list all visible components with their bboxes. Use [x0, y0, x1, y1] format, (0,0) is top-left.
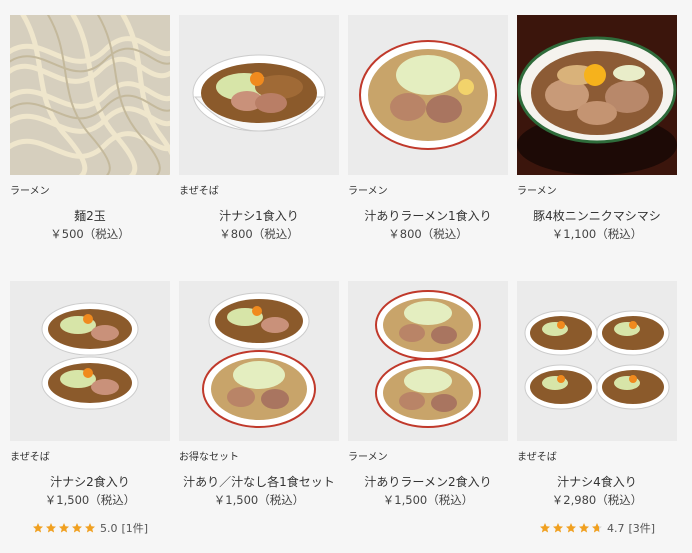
star-icon — [71, 523, 82, 533]
product-card[interactable]: まぜそば 汁ナシ1食入り ￥800（税込） — [179, 15, 339, 242]
product-image-single-mazesoba[interactable] — [179, 15, 339, 175]
product-price: ￥1,500（税込） — [213, 493, 305, 507]
product-category: ラーメン — [517, 186, 557, 197]
star-icon — [84, 523, 95, 533]
star-icon — [539, 523, 550, 533]
product-price: ￥800（税込） — [219, 227, 299, 241]
star-icon — [32, 523, 43, 533]
product-name[interactable]: 汁あり／汁なし各1食セット — [179, 474, 339, 490]
star-icon — [578, 523, 589, 533]
product-card[interactable]: ラーメン 汁ありラーメン1食入り ￥800（税込） — [348, 15, 508, 242]
product-name[interactable]: 汁ありラーメン2食入り — [348, 474, 508, 490]
product-image-four-mazesoba[interactable] — [517, 281, 677, 441]
product-category: ラーメン — [348, 186, 388, 197]
product-price: ￥1,500（税込） — [382, 493, 474, 507]
review-count[interactable]: [1件] — [121, 520, 148, 536]
product-price: ￥800（税込） — [388, 227, 468, 241]
product-grid: ラーメン 麺2玉 ￥500（税込） まぜそば 汁ナシ1食入り ￥800（税込） — [0, 0, 692, 553]
product-rating[interactable]: 5.0 [1件] — [10, 520, 170, 536]
product-card[interactable]: お得なセット 汁あり／汁なし各1食セット ￥1,500（税込） — [179, 281, 339, 508]
product-card[interactable]: ラーメン 汁ありラーメン2食入り ￥1,500（税込） — [348, 281, 508, 508]
product-category: ラーメン — [10, 186, 50, 197]
product-category: お得なセット — [179, 452, 239, 463]
rating-value: 5.0 — [99, 521, 118, 535]
product-image-mixed-set[interactable] — [179, 281, 339, 441]
star-icon — [45, 523, 56, 533]
product-price: ￥1,100（税込） — [551, 227, 643, 241]
review-count[interactable]: [3件] — [628, 520, 655, 536]
star-icon — [565, 523, 576, 533]
product-name[interactable]: 汁ナシ4食入り — [517, 474, 677, 490]
product-image-noodles[interactable] — [10, 15, 170, 175]
product-rating[interactable]: 4.7 [3件] — [517, 520, 677, 536]
product-price: ￥500（税込） — [50, 227, 130, 241]
product-name[interactable]: 豚4枚ニンニクマシマシ — [517, 208, 677, 224]
star-rating-icons — [32, 522, 96, 534]
star-rating-icons — [539, 522, 603, 534]
rating-value: 4.7 — [606, 521, 625, 535]
product-image-two-mazesoba[interactable] — [10, 281, 170, 441]
product-category: まぜそば — [517, 452, 557, 463]
product-category: ラーメン — [348, 452, 388, 463]
product-image-two-ramen[interactable] — [348, 281, 508, 441]
product-category: まぜそば — [10, 452, 50, 463]
product-card[interactable]: ラーメン 豚4枚ニンニクマシマシ ￥1,100（税込） — [517, 15, 677, 242]
star-icon — [591, 523, 602, 533]
star-icon — [552, 523, 563, 533]
product-card[interactable]: まぜそば 汁ナシ4食入り ￥2,980（税込） — [517, 281, 677, 508]
product-image-single-ramen[interactable] — [348, 15, 508, 175]
star-icon — [58, 523, 69, 533]
product-price: ￥2,980（税込） — [551, 493, 643, 507]
product-image-pork-garlic[interactable] — [517, 15, 677, 175]
product-name[interactable]: 汁ナシ1食入り — [179, 208, 339, 224]
product-card[interactable]: ラーメン 麺2玉 ￥500（税込） — [10, 15, 170, 242]
product-card[interactable]: まぜそば 汁ナシ2食入り ￥1,500（税込） — [10, 281, 170, 508]
product-name[interactable]: 汁ありラーメン1食入り — [348, 208, 508, 224]
product-name[interactable]: 汁ナシ2食入り — [10, 474, 170, 490]
product-price: ￥1,500（税込） — [44, 493, 136, 507]
product-name[interactable]: 麺2玉 — [10, 208, 170, 224]
product-category: まぜそば — [179, 186, 219, 197]
